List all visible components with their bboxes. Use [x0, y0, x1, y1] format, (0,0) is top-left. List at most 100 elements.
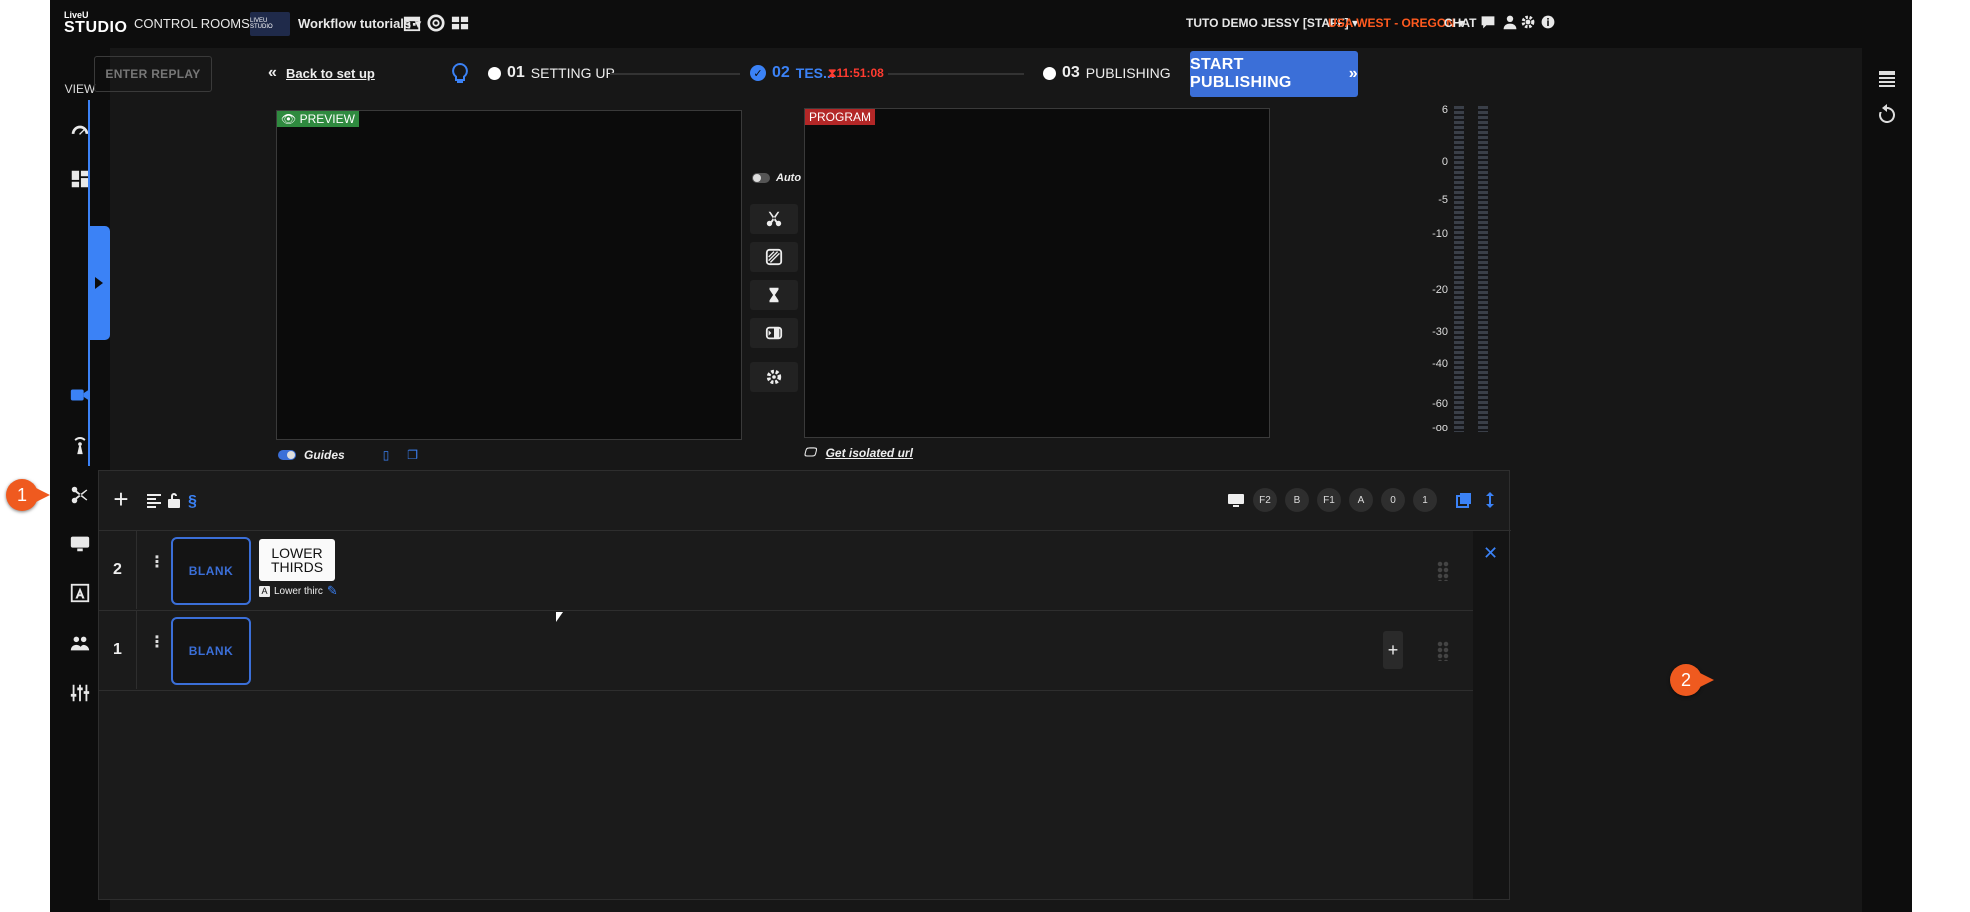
start-publishing-button[interactable]: START PUBLISHING » [1190, 51, 1358, 97]
transition-settings-button[interactable] [750, 362, 798, 392]
close-icon[interactable]: ✕ [1483, 543, 1498, 564]
double-chevron-right-icon: » [1348, 65, 1358, 82]
layers-side-column [1473, 531, 1509, 899]
stinger-transition-button[interactable] [750, 280, 798, 310]
step-testing[interactable]: ✓ 02 TES... [750, 64, 835, 82]
fade-transition-button[interactable] [750, 318, 798, 348]
eye-icon: 👁 [281, 112, 297, 126]
calendar-icon[interactable] [402, 14, 422, 34]
right-rail [1862, 48, 1912, 912]
monitor-icon: 🖵 [804, 445, 816, 459]
keyboard-shortcuts-icon[interactable] [1227, 491, 1245, 509]
step-publishing[interactable]: 03 PUBLISHING [1043, 64, 1171, 82]
svg-text:§: § [188, 493, 197, 509]
shortcut-key-badge[interactable]: 1 [1413, 488, 1437, 512]
expand-panel-tab[interactable] [88, 226, 110, 340]
program-monitor[interactable]: PROGRAM [804, 108, 1270, 438]
copy-layers-icon[interactable]: ❐ [407, 448, 418, 462]
callout-badge-1: 1 [6, 479, 50, 511]
layer-number: 1 [99, 611, 137, 689]
lower-thirds-tile[interactable]: LOWER THIRDS [259, 539, 335, 581]
shortcut-key-badge[interactable]: A [1349, 488, 1373, 512]
section-link-icon[interactable]: § [185, 491, 203, 510]
chat-button[interactable]: CHAT [1444, 16, 1476, 30]
layer-row-1: 1 ⋮ BLANK + [99, 611, 1473, 691]
back-to-setup-link[interactable]: Back to set up [286, 66, 375, 81]
production-thumbnail: LIVEU STUDIO [250, 12, 290, 36]
wipe-transition-button[interactable] [750, 242, 798, 272]
program-label: PROGRAM [805, 109, 876, 125]
scissors-icon[interactable] [65, 480, 95, 510]
callout-badge-2: 2 [1670, 664, 1714, 696]
audio-meter-right-channel [1478, 106, 1488, 432]
broadcast-antenna-icon[interactable] [65, 430, 95, 460]
unlock-icon[interactable] [165, 491, 183, 509]
shortcut-key-badge[interactable]: F2 [1253, 488, 1277, 512]
shortcut-key-badge[interactable]: B [1285, 488, 1309, 512]
panel-list-icon[interactable] [1876, 68, 1898, 90]
info-icon[interactable] [1538, 14, 1558, 34]
step-connector [610, 73, 740, 75]
drag-handle-icon[interactable] [1437, 641, 1449, 661]
mobile-phone-icon[interactable]: ▯ [383, 448, 390, 462]
control-rooms-link[interactable]: CONTROL ROOMS [134, 16, 250, 31]
get-isolated-url-link[interactable]: Get isolated url [826, 446, 913, 460]
undo-history-icon[interactable] [1876, 104, 1898, 126]
copy-layers-icon[interactable] [1455, 491, 1473, 509]
layers-panel: + § F2 B F1 A 0 1 2 ⋮ BLANK LOWER THIRDS… [98, 470, 1511, 900]
step-setting-up[interactable]: 01 SETTING UP [488, 64, 615, 82]
audio-meter-scale: 6 0 -5 -10 -20 -30 -40 -60 -oo [1432, 104, 1448, 434]
gear-icon[interactable] [1518, 14, 1538, 34]
layer-number: 2 [99, 531, 137, 609]
layers-toolbar: + § F2 B F1 A 0 1 [99, 471, 1511, 531]
team-users-icon[interactable] [65, 628, 95, 658]
vertical-dots-menu-icon[interactable]: ⋮ [149, 635, 165, 661]
step-dot-icon [1043, 66, 1056, 80]
isolated-url-row: 🖵 Get isolated url [804, 445, 913, 460]
blank-source-tile[interactable]: BLANK [171, 537, 251, 605]
dashboard-gauge-icon[interactable] [65, 118, 95, 148]
toggle-switch[interactable] [752, 173, 770, 183]
keyboard-icon[interactable] [65, 528, 95, 558]
shortcut-key-badge[interactable]: F1 [1317, 488, 1341, 512]
vertical-dots-menu-icon[interactable]: ⋮ [149, 555, 165, 581]
multiview-icon[interactable] [450, 14, 470, 34]
lightbulb-icon[interactable] [450, 62, 470, 86]
toggle-switch[interactable] [278, 450, 296, 460]
mouse-cursor-icon [556, 612, 563, 622]
chat-icon[interactable] [1478, 14, 1498, 34]
blank-source-tile[interactable]: BLANK [171, 617, 251, 685]
text-graphics-icon: A [259, 585, 270, 597]
enter-replay-button[interactable]: ENTER REPLAY [94, 56, 212, 92]
shortcut-key-badge[interactable]: 0 [1381, 488, 1405, 512]
pencil-edit-icon[interactable]: ✎ [327, 583, 338, 599]
rehearsal-timer: ⧗11:51:08 [828, 66, 884, 80]
app-window: LiveU STUDIO CONTROL ROOMS LIVEU STUDIO … [50, 0, 1912, 912]
preview-monitor[interactable]: 👁 PREVIEW [276, 110, 742, 440]
lower-thirds-caption: A Lower thirc ✎ [259, 583, 338, 599]
double-chevron-left-icon: « [268, 64, 277, 81]
step-dot-icon [488, 66, 501, 80]
auto-transition-toggle[interactable]: Auto [752, 172, 801, 184]
check-circle-icon: ✓ [750, 65, 766, 81]
liveu-studio-logo[interactable]: LiveU STUDIO [64, 10, 127, 38]
video-camera-icon[interactable] [65, 380, 95, 410]
layout-grid-icon[interactable] [65, 164, 95, 194]
guides-toggle[interactable]: Guides ▯ ❐ [278, 448, 418, 462]
add-layer-plus-icon[interactable]: + [109, 486, 133, 512]
help-lifebuoy-icon[interactable] [426, 14, 446, 34]
add-source-button[interactable]: + [1383, 631, 1403, 669]
align-left-icon[interactable] [145, 491, 163, 509]
resize-vertical-icon[interactable] [1481, 491, 1499, 509]
hourglass-icon [769, 287, 779, 303]
drag-handle-icon[interactable] [1437, 561, 1449, 581]
user-icon[interactable] [1500, 14, 1520, 34]
cut-transition-button[interactable] [750, 204, 798, 234]
cut-scissors-icon [766, 211, 782, 227]
audio-mixer-icon[interactable] [65, 678, 95, 708]
top-bar: LiveU STUDIO CONTROL ROOMS LIVEU STUDIO … [50, 0, 1912, 48]
layer-row-2: 2 ⋮ BLANK LOWER THIRDS A Lower thirc ✎ [99, 531, 1473, 611]
text-graphics-icon[interactable] [65, 578, 95, 608]
step-connector [888, 73, 1024, 75]
audio-meter-left-channel [1454, 106, 1464, 432]
